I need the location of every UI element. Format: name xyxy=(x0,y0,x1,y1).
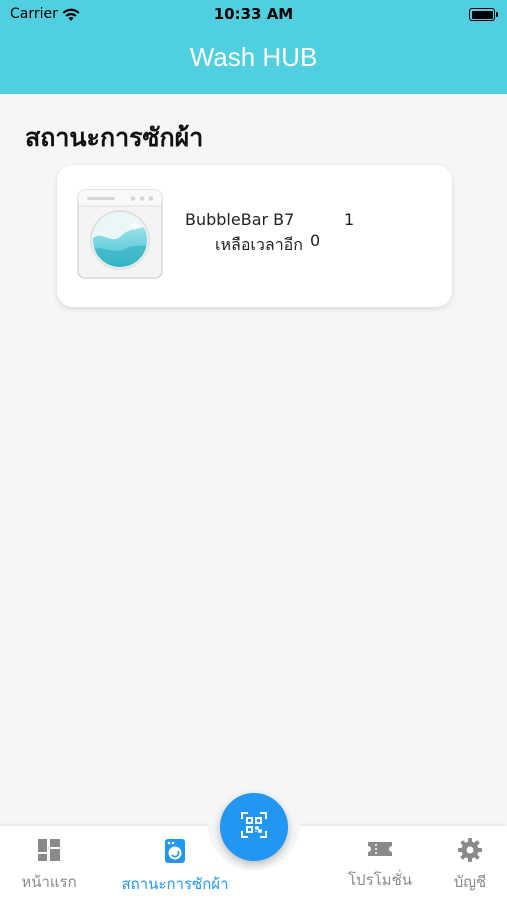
tab-promotions[interactable]: โปรโมชั่น xyxy=(340,838,420,892)
app-header: Carrier 10:33 AM Wash HUB xyxy=(0,0,507,94)
battery-icon xyxy=(469,8,498,21)
washing-machine-icon xyxy=(77,188,163,284)
status-time: 10:33 AM xyxy=(213,5,294,23)
page-title: สถานะการซักผ้า xyxy=(25,123,204,152)
tab-account[interactable]: บัญชี xyxy=(445,838,495,894)
machine-card[interactable]: BubbleBar B7 1 เหลือเวลาอีก 0 xyxy=(57,165,452,307)
tab-home-label: หน้าแรก xyxy=(21,873,77,891)
gear-icon xyxy=(458,838,482,866)
qr-scan-icon xyxy=(241,812,267,842)
tab-laundry-status-label: สถานะการซักผ้า xyxy=(121,875,229,893)
ticket-icon xyxy=(367,842,393,864)
machine-number: 1 xyxy=(344,210,355,229)
machine-name: BubbleBar B7 xyxy=(185,210,295,229)
remaining-time-value: 0 xyxy=(310,231,321,250)
tab-account-label: บัญชี xyxy=(453,873,487,891)
tab-promotions-label: โปรโมชั่น xyxy=(347,871,412,889)
washer-icon xyxy=(164,839,186,868)
tab-laundry-status[interactable]: สถานะการซักผ้า xyxy=(113,838,237,896)
dashboard-icon xyxy=(37,839,61,866)
remaining-time-label: เหลือเวลาอีก xyxy=(215,235,303,254)
qr-scan-button[interactable] xyxy=(220,793,288,861)
status-bar: Carrier 10:33 AM xyxy=(0,0,507,30)
tab-home[interactable]: หน้าแรก xyxy=(14,838,84,894)
app-title: Wash HUB xyxy=(189,42,318,72)
